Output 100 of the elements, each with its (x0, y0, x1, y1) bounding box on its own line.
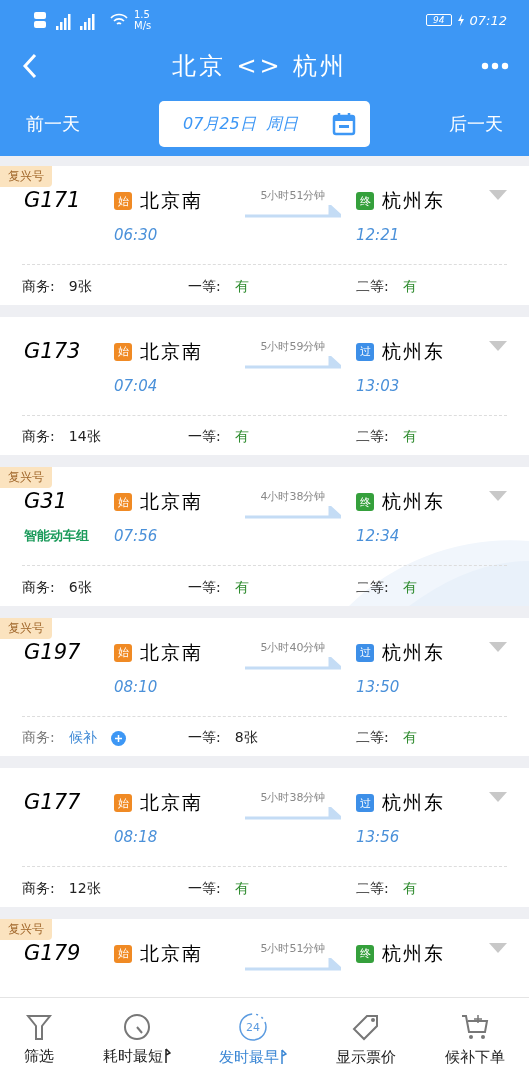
seat-availability: 12张 (68, 879, 101, 898)
seat-class: 一等: (188, 879, 221, 898)
seat-availability: 9张 (68, 277, 92, 296)
station-name: 北京南 (140, 188, 203, 213)
train-card[interactable]: G173 始 北京南 07:04 5小时59分钟 过 杭州东 13:03 商务: 14张 一等: 有 二等: 有 (0, 316, 529, 456)
train-number: G31 (24, 489, 68, 516)
wifi-icon (110, 13, 128, 27)
station-name: 北京南 (140, 338, 203, 364)
clock-icon: 24 (238, 1011, 269, 1042)
seat-class: 一等: (188, 729, 221, 748)
station-badge: 始 (114, 794, 132, 813)
train-number: G197 (24, 639, 82, 666)
seat-class: 一等: (188, 578, 221, 597)
route-title: 北京 <> 杭州 (171, 51, 348, 82)
seat-availability: 有 (234, 428, 249, 447)
back-button[interactable] (22, 53, 38, 79)
station-name: 北京南 (140, 790, 203, 816)
station-badge: 始 (114, 192, 132, 210)
seat-class: 二等: (356, 428, 389, 447)
bottom-tab[interactable]: 候补下单 (444, 1011, 505, 1067)
station-name: 杭州东 (382, 188, 445, 213)
duration: 5小时40分钟 (260, 639, 326, 655)
train-number: G179 (24, 940, 82, 967)
speed-unit: M/s (134, 20, 152, 31)
seat-availability: 有 (402, 879, 417, 898)
seat-availability: 有 (402, 428, 417, 447)
train-card[interactable]: 复兴号 G31 智能动车组 始 北京南 07:56 4小时38分钟 终 杭州东 12:34 商务: 6张 一等: 有 二等: 有 (0, 467, 529, 606)
station-name: 杭州东 (382, 790, 445, 816)
seat-class: 二等: (356, 277, 389, 296)
departure-time: 07:04 (114, 376, 159, 395)
departure-time: 07:56 (114, 527, 159, 546)
seat-class: 商务: (22, 729, 55, 748)
caret-icon[interactable] (489, 190, 507, 200)
departure-time: 06:30 (114, 226, 159, 244)
station-badge: 终 (356, 192, 374, 210)
departure-time: 08:10 (114, 677, 159, 696)
duration: 4小时38分钟 (260, 489, 326, 505)
arrow-icon (245, 807, 341, 822)
seat-class: 二等: (356, 729, 389, 748)
network-speed: 1.5 (134, 9, 151, 20)
train-card[interactable]: 复兴号 G179 始 北京南 5小时51分钟 终 杭州东 (0, 918, 529, 997)
station-badge: 终 (356, 493, 374, 512)
train-card[interactable]: 复兴号 G171 始 北京南 06:30 5小时51分钟 终 杭州东 12:21 商务: 9张 一等: 有 二等: 有 (0, 166, 529, 305)
calendar-icon (332, 112, 356, 136)
caret-icon[interactable] (489, 491, 507, 502)
arrow-icon (245, 506, 341, 521)
train-number: G177 (24, 790, 82, 817)
train-card[interactable]: 复兴号 G197 始 北京南 08:10 5小时40分钟 过 杭州东 13:50 商务: 候补 一等: 8张 二等: 有 (0, 617, 529, 757)
seat-class: 商务: (22, 277, 55, 296)
station-badge: 始 (114, 342, 132, 361)
arrival-time: 13:50 (356, 677, 401, 696)
station-badge: 过 (356, 342, 374, 361)
charging-icon (457, 14, 464, 26)
fuxing-tag: 复兴号 (0, 467, 52, 489)
arrival-time: 13:03 (356, 376, 401, 395)
seat-availability: 有 (402, 578, 417, 597)
bottom-tab[interactable]: 24 发时最早 (219, 1011, 288, 1067)
caret-icon[interactable] (489, 942, 507, 953)
bottom-tab[interactable]: 筛选 (24, 1012, 55, 1066)
clock-time: 07:12 (469, 12, 507, 28)
station-name: 杭州东 (382, 338, 445, 364)
arrow-icon (245, 656, 341, 671)
seat-availability: 8张 (234, 729, 258, 748)
station-badge: 终 (356, 944, 374, 963)
caret-icon[interactable] (489, 641, 507, 652)
seat-class: 商务: (22, 428, 55, 447)
bottom-tab[interactable]: 耗时最短 (102, 1012, 171, 1066)
fuxing-tag: 复兴号 (0, 617, 52, 639)
duration: 5小时51分钟 (260, 940, 326, 956)
arrow-icon (245, 957, 341, 972)
seat-availability: 有 (234, 879, 249, 898)
arrow-icon (245, 355, 341, 370)
seat-class: 一等: (188, 428, 221, 447)
seat-availability: 14张 (68, 428, 101, 447)
add-icon[interactable] (110, 730, 126, 746)
caret-icon[interactable] (489, 340, 507, 351)
station-badge: 过 (356, 643, 374, 662)
duration: 5小时38分钟 (260, 790, 326, 806)
arrow-icon (245, 205, 341, 219)
train-number: G173 (24, 338, 82, 365)
station-name: 北京南 (140, 940, 203, 966)
seat-availability: 有 (402, 277, 417, 296)
seat-availability: 有 (234, 277, 249, 296)
departure-time: 08:18 (114, 828, 159, 847)
seat-class: 商务: (22, 578, 55, 597)
duration: 5小时51分钟 (260, 188, 326, 203)
more-button[interactable] (481, 62, 509, 70)
train-type-logo: 智能动车组 (24, 527, 90, 546)
battery-level: 94 (426, 14, 452, 26)
seat-class: 一等: (188, 277, 221, 296)
seat-class: 二等: (356, 578, 389, 597)
seat-availability: 有 (234, 578, 249, 597)
station-badge: 过 (356, 794, 374, 813)
station-name: 北京南 (140, 489, 203, 515)
seat-availability: 候补 (68, 729, 97, 748)
train-card[interactable]: G177 始 北京南 08:18 5小时38分钟 过 杭州东 13:56 商务: 12张 一等: 有 二等: 有 (0, 768, 529, 907)
bottom-tab[interactable]: 显示票价 (336, 1011, 397, 1067)
station-name: 杭州东 (382, 489, 445, 515)
station-name: 北京南 (140, 639, 203, 665)
caret-icon[interactable] (489, 792, 507, 803)
